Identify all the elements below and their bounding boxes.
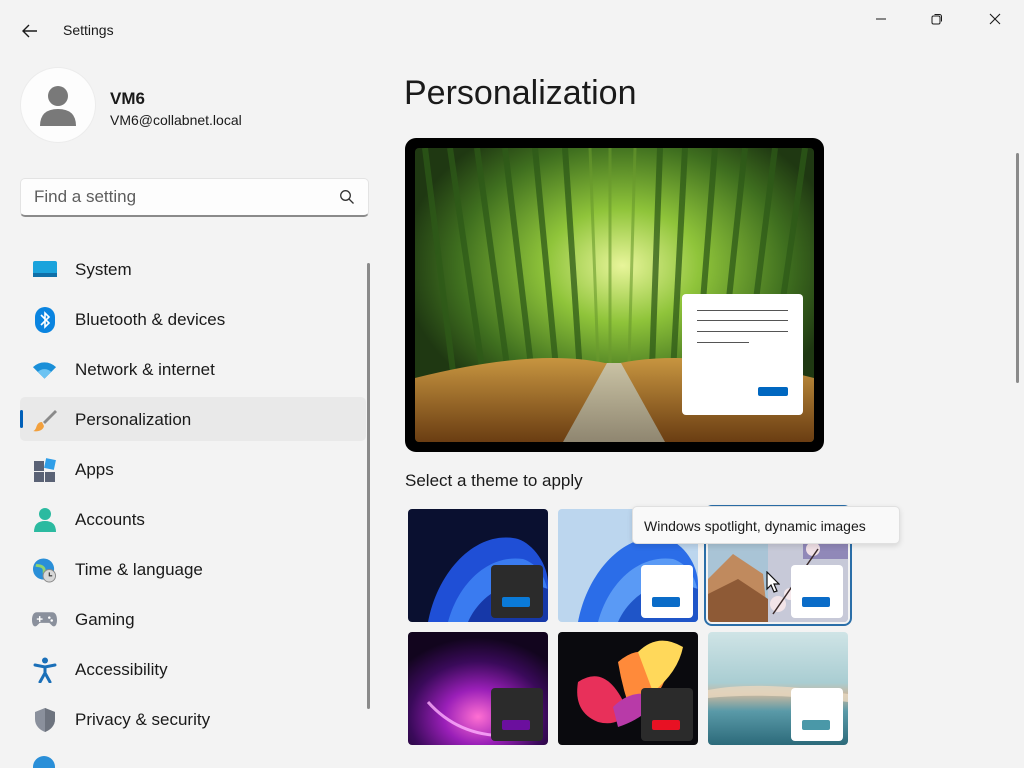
theme-window-preview — [491, 565, 543, 618]
globe-clock-icon — [32, 557, 57, 582]
sidebar-item-system[interactable]: System — [20, 247, 366, 291]
app-title: Settings — [63, 22, 114, 38]
user-name: VM6 — [110, 89, 145, 108]
close-button[interactable] — [972, 8, 1018, 30]
sidebar-item-gaming[interactable]: Gaming — [20, 597, 366, 641]
sidebar-item-time-language[interactable]: Time & language — [20, 547, 366, 591]
sidebar-item-apps[interactable]: Apps — [20, 447, 366, 491]
sidebar-item-label: Privacy & security — [75, 710, 211, 729]
mouse-cursor-icon — [766, 571, 780, 593]
wifi-icon — [32, 357, 57, 382]
shield-icon — [32, 707, 57, 732]
user-email: VM6@collabnet.local — [110, 112, 242, 128]
paintbrush-icon — [32, 407, 57, 432]
gamepad-icon — [32, 607, 57, 632]
sidebar-item-accounts[interactable]: Accounts — [20, 497, 366, 541]
preview-dialog — [682, 294, 803, 415]
sidebar-item-label: Personalization — [75, 410, 192, 429]
search-input[interactable] — [21, 179, 331, 215]
sidebar-item-privacy[interactable]: Privacy & security — [20, 697, 366, 741]
search-box[interactable] — [20, 178, 369, 217]
sidebar-item-label: Accessibility — [75, 660, 168, 679]
accounts-icon — [32, 507, 57, 532]
user-avatar-icon — [40, 86, 76, 126]
page-title: Personalization — [404, 74, 637, 112]
main-scrollbar[interactable] — [1016, 153, 1019, 383]
theme-tile-captured-motion[interactable] — [558, 632, 698, 745]
theme-tile-dark-bloom[interactable] — [408, 509, 548, 622]
sidebar-item-bluetooth[interactable]: Bluetooth & devices — [20, 297, 366, 341]
sidebar-item-label: Time & language — [75, 560, 203, 579]
sidebar-item-label: Accounts — [75, 510, 145, 529]
partial-nav-icon — [32, 755, 56, 768]
sidebar-item-label: Gaming — [75, 610, 135, 629]
sidebar-item-accessibility[interactable]: Accessibility — [20, 647, 366, 691]
active-indicator — [20, 410, 23, 428]
search-icon[interactable] — [339, 189, 355, 205]
apps-icon — [32, 457, 57, 482]
sidebar-item-label: System — [75, 260, 132, 279]
maximize-button[interactable] — [914, 8, 960, 30]
back-arrow-icon — [22, 24, 37, 38]
avatar[interactable] — [21, 68, 95, 142]
theme-tile-glow[interactable] — [408, 632, 548, 745]
minimize-button[interactable] — [858, 8, 904, 30]
sidebar-item-label: Bluetooth & devices — [75, 310, 226, 329]
system-icon — [32, 257, 57, 282]
theme-window-preview — [791, 565, 843, 618]
theme-window-preview — [641, 688, 693, 741]
accessibility-icon — [32, 657, 57, 683]
title-bar: Settings — [0, 0, 1024, 60]
sidebar-item-network[interactable]: Network & internet — [20, 347, 366, 391]
sidebar-item-label: Network & internet — [75, 360, 215, 379]
theme-window-preview — [491, 688, 543, 741]
minimize-icon — [876, 18, 886, 20]
sidebar-item-label: Apps — [75, 460, 114, 479]
theme-window-preview — [641, 565, 693, 618]
bluetooth-icon — [32, 306, 57, 333]
back-button[interactable] — [18, 20, 42, 42]
close-icon — [989, 13, 1001, 25]
theme-tile-flow[interactable] — [708, 632, 848, 745]
sidebar-scrollbar[interactable] — [367, 263, 370, 709]
sidebar-item-personalization[interactable]: Personalization — [20, 397, 366, 441]
theme-window-preview — [791, 688, 843, 741]
restore-icon — [931, 14, 942, 25]
section-heading: Select a theme to apply — [405, 471, 583, 490]
theme-tooltip: Windows spotlight, dynamic images — [632, 506, 900, 544]
